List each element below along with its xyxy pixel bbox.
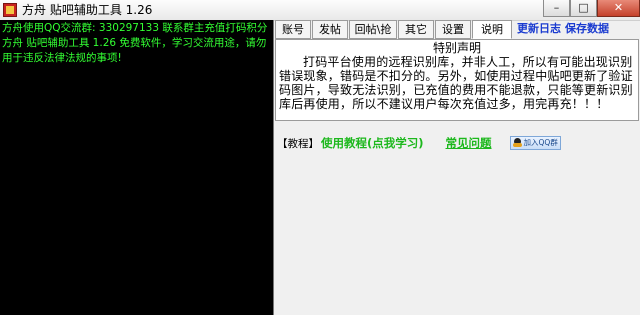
notice-body: 打码平台使用的远程识别库，并非人工，所以有可能出现识别错误现象，错码是不扣分的。… [279, 55, 633, 111]
join-qq-group-button[interactable]: 加入QQ群 [509, 136, 561, 150]
tutorial-row: 【教程】 使用教程(点我学习) 常见问题 加入QQ群 [275, 135, 561, 151]
tab-account[interactable]: 账号 [275, 20, 311, 39]
tutorial-label: 【教程】 [277, 137, 319, 150]
tab-reply[interactable]: 回帖\抢楼 [349, 20, 397, 53]
window-title: 方舟 贴吧辅助工具 1.26 [22, 3, 153, 17]
tab-post[interactable]: 发帖 [312, 20, 348, 39]
window-controls: – □ ✕ [543, 0, 640, 18]
app-logo-icon [3, 3, 17, 17]
tab-settings[interactable]: 设置 [435, 20, 471, 39]
maximize-button[interactable]: □ [570, 0, 597, 17]
notice-title: 特别声明 [432, 41, 481, 55]
faq-link[interactable]: 常见问题 [446, 135, 492, 151]
minimize-button[interactable]: – [543, 0, 570, 17]
join-qq-group-label: 加入QQ群 [523, 138, 558, 147]
title-bar[interactable]: 方舟 贴吧辅助工具 1.26 – □ ✕ [0, 0, 640, 21]
app-window: 方舟 贴吧辅助工具 1.26 – □ ✕ 方舟使用QQ交流群: 33029713… [0, 0, 640, 315]
close-button[interactable]: ✕ [597, 0, 640, 17]
console-line: 方舟使用QQ交流群: 330297133 联系群主充值打码积分 [2, 22, 268, 34]
save-data-link[interactable]: 保存数据 [565, 20, 609, 39]
log-console[interactable]: 方舟使用QQ交流群: 330297133 联系群主充值打码积分 方舟 贴吧辅助工… [0, 20, 274, 315]
qq-penguin-icon [512, 138, 522, 148]
console-line: 方舟 贴吧辅助工具 1.26 免费软件，学习交流用途，请勿用于违反法律法规的事项… [2, 37, 267, 64]
changelog-link[interactable]: 更新日志 [517, 20, 561, 39]
notice-textbox[interactable]: 特别声明 打码平台使用的远程识别库，并非人工，所以有可能出现识别错误现象，错码是… [275, 39, 639, 121]
instructions-panel: 【教程】 使用教程(点我学习) 常见问题 加入QQ群 [275, 121, 640, 315]
tab-other[interactable]: 其它 [398, 20, 434, 39]
tab-bar: 账号 发帖 回帖\抢楼 其它 设置 说明 更新日志 保存数据 [275, 20, 640, 53]
tab-instructions[interactable]: 说明 [472, 20, 512, 39]
tutorial-link[interactable]: 使用教程(点我学习) [321, 135, 424, 151]
